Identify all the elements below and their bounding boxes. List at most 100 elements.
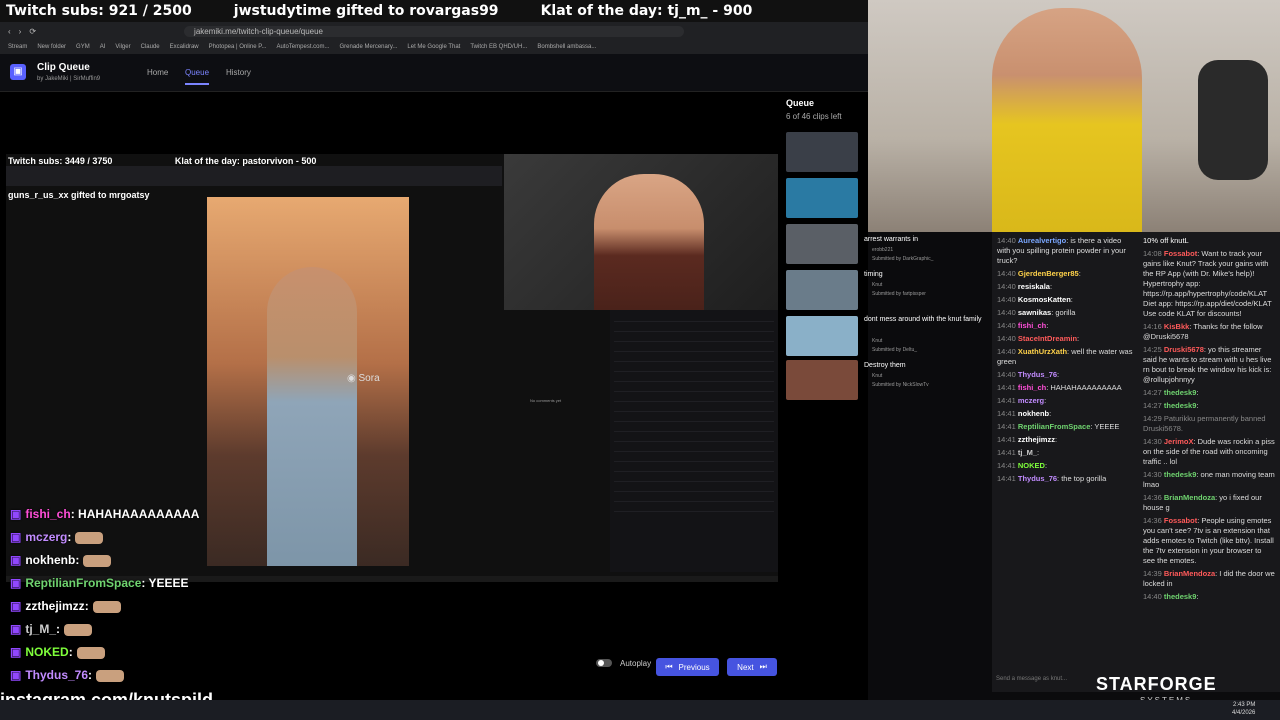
twitch-chat-left: 14:40 Aurealvertigo: is there a video wi… [992, 232, 1138, 692]
chat-line: 14:40 XuathUrzXath: well the water was g… [997, 347, 1133, 367]
clip-title[interactable]: timing [864, 271, 883, 278]
bookmark-item[interactable]: Bombshell ambassa... [537, 44, 596, 50]
back-icon[interactable]: ‹ [8, 27, 11, 36]
queue-thumb[interactable] [786, 132, 858, 172]
chat-username[interactable]: BrianMendoza [1164, 493, 1215, 502]
chat-username[interactable]: zzthejimzz [1018, 435, 1055, 444]
chat-line: 14:41 Thydus_76: the top gorilla [997, 474, 1133, 484]
chat-username[interactable]: nokhenb [1018, 409, 1049, 418]
chat-username[interactable]: Fossabot [1164, 249, 1197, 258]
bookmark-item[interactable]: Stream [8, 44, 27, 50]
chat-timestamp: 14:41 [997, 383, 1018, 392]
chat-username[interactable]: XuathUrzXath [1018, 347, 1067, 356]
chat-username[interactable]: Thydus_76 [1018, 474, 1057, 483]
chat-message: : [1046, 321, 1049, 330]
chat-line: 14:36 Fossabot: People using emotes you … [1143, 516, 1275, 566]
chat-timestamp: 14:16 [1143, 322, 1164, 331]
chat-line: 14:41 nokhenb: [997, 409, 1133, 419]
chat-username[interactable]: StaceIntDreamin [1018, 334, 1077, 343]
chat-line: 14:36 BrianMendoza: yo i fixed our house… [1143, 493, 1275, 513]
stream-top-overlay: Twitch subs: 921 / 2500 jwstudytime gift… [0, 0, 868, 22]
chat-username[interactable]: Druski5678 [1164, 345, 1204, 354]
bookmark-item[interactable]: New folder [37, 44, 66, 50]
chat-timestamp: 14:40 [997, 236, 1018, 245]
chat-username[interactable]: KisBkk [1164, 322, 1189, 331]
bookmark-item[interactable]: AutoTempest.com... [276, 44, 329, 50]
nav-history[interactable]: History [226, 68, 251, 77]
no-comments-text: No comments yet [530, 398, 562, 403]
chat-line: 14:41 zzthejimzz: [997, 435, 1133, 445]
chat-line: 14:08 Fossabot: Want to track your gains… [1143, 249, 1275, 319]
queue-thumb[interactable] [786, 360, 858, 400]
autoplay-label: Autoplay [620, 659, 652, 668]
chat-username[interactable]: NOKED [1018, 461, 1045, 470]
chat-username[interactable]: sawnikas [1018, 308, 1051, 317]
chat-username[interactable]: thedesk9 [1164, 592, 1197, 601]
subs-counter: Twitch subs: 921 / 2500 [6, 3, 192, 19]
bookmark-item[interactable]: AI [100, 44, 106, 50]
chat-username[interactable]: thedesk9 [1164, 401, 1197, 410]
chat-username[interactable]: KosmosKatten [1018, 295, 1071, 304]
bookmark-item[interactable]: Grenade Mercenary... [340, 44, 398, 50]
chat-username[interactable]: ReptilianFromSpace [1018, 422, 1091, 431]
bookmark-item[interactable]: Claude [141, 44, 160, 50]
bookmark-item[interactable]: Let Me Google That [407, 44, 460, 50]
chat-username: tj_M_ [25, 622, 57, 636]
nav-home[interactable]: Home [147, 68, 168, 77]
chat-username[interactable]: thedesk9 [1164, 388, 1197, 397]
bookmark-item[interactable]: Excalidraw [170, 44, 199, 50]
chat-username[interactable]: Aurealvertigo [1018, 236, 1066, 245]
chat-username[interactable]: Fossabot [1164, 516, 1197, 525]
chat-username[interactable]: fishi_ch [1018, 321, 1046, 330]
chat-message: 10% off knutL [1143, 236, 1189, 245]
streamer [992, 8, 1142, 232]
microphone [1198, 60, 1268, 180]
chat-username[interactable]: thedesk9 [1164, 470, 1197, 479]
chat-username[interactable]: resiskala [1018, 282, 1050, 291]
clip-title[interactable]: Destroy them [864, 362, 906, 369]
sora-video-frame: ◉ Sora [207, 197, 409, 566]
video-browser-chrome [6, 166, 502, 186]
queue-thumb[interactable] [786, 316, 858, 356]
chat-username[interactable]: GjerdenBerger85 [1018, 269, 1079, 278]
queue-thumb[interactable] [786, 224, 858, 264]
chat-line: 14:40 thedesk9: [1143, 592, 1275, 602]
reload-icon[interactable]: ⟳ [29, 27, 36, 36]
chat-line: 14:27 thedesk9: [1143, 401, 1275, 411]
bookmark-item[interactable]: Vilger [115, 44, 130, 50]
emote-icon [96, 669, 125, 682]
chat-message: : [1049, 409, 1052, 418]
bookmark-item[interactable]: Twitch EB QHD/UH... [470, 44, 527, 50]
next-button[interactable]: Next ⏭ [727, 658, 777, 676]
chat-username[interactable]: tj_M_ [1018, 448, 1037, 457]
chat-username[interactable]: Thydus_76 [1018, 370, 1057, 379]
autoplay-toggle[interactable] [596, 659, 612, 667]
chat-timestamp: 14:41 [997, 474, 1018, 483]
bookmark-item[interactable]: Photopea | Online P... [209, 44, 267, 50]
bookmarks-bar: Stream New folder GYM AI Vilger Claude Excalid… [0, 40, 868, 54]
clip-title[interactable]: arrest warrants in [864, 236, 918, 243]
previous-button[interactable]: ⏮ Previous [656, 658, 719, 676]
chat-line: 14:30 thedesk9: one man moving team lmao [1143, 470, 1275, 490]
chat-timestamp: 14:41 [997, 448, 1018, 457]
nav-queue[interactable]: Queue [185, 68, 210, 85]
chat-message: : [1044, 461, 1048, 470]
chat-username[interactable]: fishi_ch [1018, 383, 1046, 392]
queue-thumb[interactable] [786, 270, 858, 310]
chat-input[interactable]: Send a message as knut... [996, 676, 1067, 682]
queue-thumb[interactable] [786, 178, 858, 218]
stream-chat-line: ▣ Thydus_76: [10, 668, 125, 682]
chat-username[interactable]: BrianMendoza [1164, 569, 1215, 578]
chat-timestamp: 14:40 [997, 282, 1018, 291]
video-person [267, 267, 357, 566]
chat-username[interactable]: mczerg [1018, 396, 1044, 405]
forward-icon[interactable]: › [19, 27, 22, 36]
chat-line: 14:41 tj_M_: [997, 448, 1133, 458]
url-field[interactable]: jakemiki.me/twitch-clip-queue/queue [184, 25, 685, 37]
chat-line: 14:40 KosmosKatten: [997, 295, 1133, 305]
bookmark-item[interactable]: GYM [76, 44, 90, 50]
chat-username[interactable]: JerimoX [1164, 437, 1194, 446]
chat-line: 14:30 JerimoX: Dude was rockin a piss on… [1143, 437, 1275, 467]
chat-message: : [75, 553, 80, 567]
clip-title[interactable]: dont mess around with the knut family [864, 316, 984, 323]
